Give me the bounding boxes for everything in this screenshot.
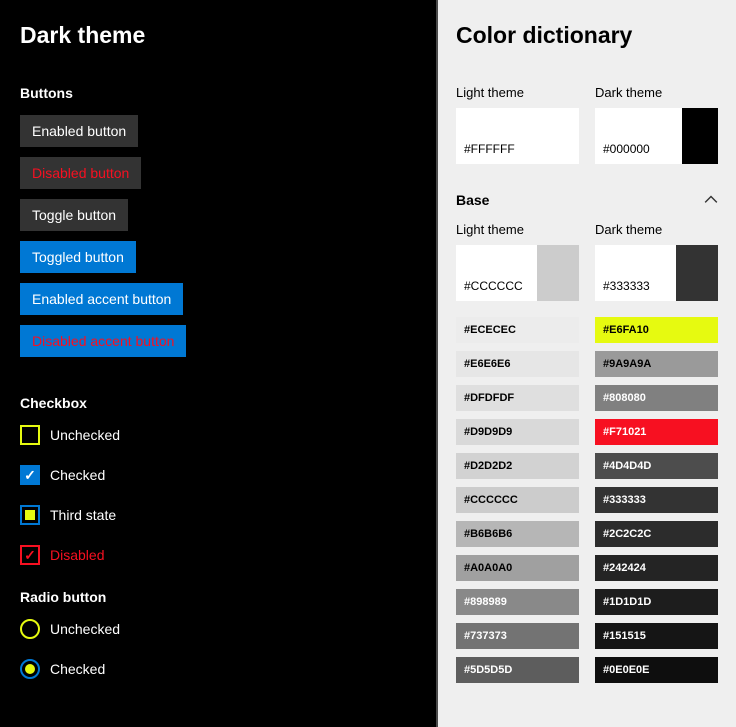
radio-icon: [20, 619, 40, 639]
disabled-accent-button: Disabled accent button: [20, 325, 186, 357]
base-main-swatches: #CCCCCC #333333: [456, 245, 718, 301]
radio-heading: Radio button: [20, 589, 416, 605]
main-light-swatch[interactable]: #FFFFFF: [456, 108, 579, 164]
dark-theme-label: Dark theme: [595, 85, 718, 100]
checkbox-heading: Checkbox: [20, 395, 416, 411]
dark-swatch[interactable]: #1D1D1D: [595, 589, 718, 615]
toggle-button[interactable]: Toggle button: [20, 199, 128, 231]
dark-swatch[interactable]: #F71021: [595, 419, 718, 445]
radio-checked-icon: [20, 659, 40, 679]
base-light-swatch[interactable]: #CCCCCC: [456, 245, 579, 301]
dark-swatch[interactable]: #2C2C2C: [595, 521, 718, 547]
checkbox-disabled: Disabled: [20, 545, 416, 565]
checkbox-unchecked[interactable]: Unchecked: [20, 425, 416, 445]
dark-chip: [676, 245, 718, 301]
radio-checked[interactable]: Checked: [20, 659, 416, 679]
radio-label: Checked: [50, 661, 105, 677]
checkbox-label: Disabled: [50, 547, 104, 563]
dark-swatch-column: #E6FA10 #9A9A9A #808080 #F71021 #4D4D4D #3333…: [595, 317, 718, 683]
main-swatches: #FFFFFF #000000: [456, 108, 718, 164]
checkbox-label: Third state: [50, 507, 116, 523]
light-swatch[interactable]: #CCCCCC: [456, 487, 579, 513]
light-chip: [537, 245, 579, 301]
toggled-button[interactable]: Toggled button: [20, 241, 136, 273]
base-theme-labels: Light theme Dark theme: [456, 222, 718, 237]
dark-swatch[interactable]: #4D4D4D: [595, 453, 718, 479]
dark-swatch[interactable]: #E6FA10: [595, 317, 718, 343]
light-swatch[interactable]: #898989: [456, 589, 579, 615]
panel-title: Color dictionary: [456, 22, 718, 49]
dark-chip: [682, 108, 718, 164]
color-dictionary-panel: Color dictionary Light theme Dark theme …: [438, 0, 736, 727]
light-swatch[interactable]: #D9D9D9: [456, 419, 579, 445]
light-swatch[interactable]: #D2D2D2: [456, 453, 579, 479]
swatch-grid: #ECECEC #E6E6E6 #DFDFDF #D9D9D9 #D2D2D2 #CCCC…: [456, 317, 718, 683]
checkbox-third-icon: [20, 505, 40, 525]
dark-swatch[interactable]: #242424: [595, 555, 718, 581]
light-theme-label: Light theme: [456, 222, 579, 237]
dark-swatch[interactable]: #9A9A9A: [595, 351, 718, 377]
chevron-up-icon: [704, 193, 718, 207]
checkbox-label: Checked: [50, 467, 105, 483]
radio-label: Unchecked: [50, 621, 120, 637]
checkbox-group: Unchecked Checked Third state Disabled: [20, 425, 416, 565]
dark-swatch[interactable]: #333333: [595, 487, 718, 513]
swatch-value: #CCCCCC: [464, 279, 523, 293]
light-swatch[interactable]: #A0A0A0: [456, 555, 579, 581]
dark-theme-label: Dark theme: [595, 222, 718, 237]
radio-group: Unchecked Checked: [20, 619, 416, 679]
checkbox-icon: [20, 425, 40, 445]
light-swatch-column: #ECECEC #E6E6E6 #DFDFDF #D9D9D9 #D2D2D2 #CCCC…: [456, 317, 579, 683]
light-swatch[interactable]: #5D5D5D: [456, 657, 579, 683]
theme-labels: Light theme Dark theme: [456, 85, 718, 100]
swatch-value: #333333: [603, 279, 650, 293]
light-swatch[interactable]: #737373: [456, 623, 579, 649]
dark-swatch[interactable]: #808080: [595, 385, 718, 411]
base-dark-swatch[interactable]: #333333: [595, 245, 718, 301]
swatch-value: #FFFFFF: [464, 142, 515, 156]
checkbox-checked-icon: [20, 465, 40, 485]
light-swatch[interactable]: #E6E6E6: [456, 351, 579, 377]
checkbox-label: Unchecked: [50, 427, 120, 443]
light-swatch[interactable]: #B6B6B6: [456, 521, 579, 547]
buttons-group: Enabled button Disabled button Toggle bu…: [20, 115, 416, 367]
enabled-button[interactable]: Enabled button: [20, 115, 138, 147]
radio-unchecked[interactable]: Unchecked: [20, 619, 416, 639]
enabled-accent-button[interactable]: Enabled accent button: [20, 283, 183, 315]
base-heading: Base: [456, 192, 489, 208]
buttons-heading: Buttons: [20, 85, 416, 101]
dark-swatch[interactable]: #151515: [595, 623, 718, 649]
checkbox-checked[interactable]: Checked: [20, 465, 416, 485]
swatch-value: #000000: [603, 142, 650, 156]
checkbox-disabled-icon: [20, 545, 40, 565]
dark-swatch[interactable]: #0E0E0E: [595, 657, 718, 683]
light-swatch[interactable]: #ECECEC: [456, 317, 579, 343]
light-theme-label: Light theme: [456, 85, 579, 100]
dark-theme-panel: Dark theme Buttons Enabled button Disabl…: [0, 0, 438, 727]
disabled-button: Disabled button: [20, 157, 141, 189]
page-title: Dark theme: [20, 22, 416, 49]
base-section-header[interactable]: Base: [456, 192, 718, 208]
main-dark-swatch[interactable]: #000000: [595, 108, 718, 164]
light-swatch[interactable]: #DFDFDF: [456, 385, 579, 411]
checkbox-third-state[interactable]: Third state: [20, 505, 416, 525]
